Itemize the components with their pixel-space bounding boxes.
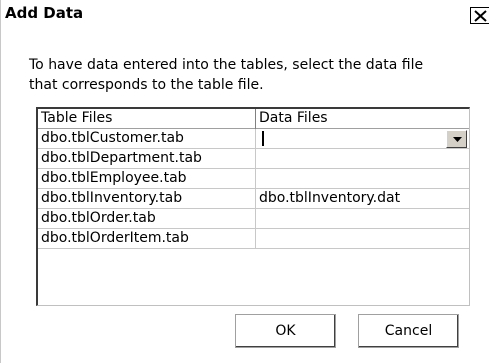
text-caret	[262, 131, 264, 146]
table-file-cell[interactable]: dbo.tblOrderItem.tab	[38, 229, 256, 249]
table-file-cell[interactable]: dbo.tblDepartment.tab	[38, 149, 256, 169]
dropdown-button[interactable]	[446, 130, 467, 148]
table-row[interactable]: dbo.tblCustomer.tab	[38, 129, 469, 149]
data-file-cell[interactable]: dbo.tblInventory.dat	[256, 189, 469, 209]
column-header-table-files[interactable]: Table Files	[38, 109, 256, 129]
data-file-cell[interactable]	[256, 129, 469, 149]
table-row[interactable]: dbo.tblOrder.tab	[38, 209, 469, 229]
file-mapping-grid[interactable]: Table Files Data Files dbo.tblCustomer.t…	[36, 107, 470, 306]
grid-body: Table Files Data Files dbo.tblCustomer.t…	[38, 109, 469, 305]
table-file-cell[interactable]: dbo.tblOrder.tab	[38, 209, 256, 229]
add-data-dialog: Add Data To have data entered into the t…	[0, 0, 489, 363]
table-file-cell[interactable]: dbo.tblInventory.tab	[38, 189, 256, 209]
instructions-text: To have data entered into the tables, se…	[29, 57, 424, 93]
dialog-title: Add Data	[5, 4, 84, 22]
title-bar: Add Data	[1, 0, 489, 28]
table-file-cell[interactable]: dbo.tblCustomer.tab	[38, 129, 256, 149]
ok-button[interactable]: OK	[235, 314, 336, 348]
cancel-button[interactable]: Cancel	[358, 314, 459, 348]
close-button[interactable]	[470, 7, 489, 24]
column-header-data-files[interactable]: Data Files	[256, 109, 469, 129]
data-file-cell[interactable]	[256, 169, 469, 189]
table-row[interactable]: dbo.tblEmployee.tab	[38, 169, 469, 189]
table-file-cell[interactable]: dbo.tblEmployee.tab	[38, 169, 256, 189]
table-row[interactable]: dbo.tblInventory.tab dbo.tblInventory.da…	[38, 189, 469, 209]
grid-header-row: Table Files Data Files	[38, 109, 469, 129]
data-file-cell[interactable]	[256, 209, 469, 229]
table-row[interactable]: dbo.tblOrderItem.tab	[38, 229, 469, 249]
table-row[interactable]: dbo.tblDepartment.tab	[38, 149, 469, 169]
data-file-cell[interactable]	[256, 149, 469, 169]
data-file-cell[interactable]	[256, 229, 469, 249]
close-icon	[474, 10, 487, 22]
chevron-down-icon	[453, 137, 462, 142]
data-file-dropdown[interactable]	[256, 129, 469, 149]
